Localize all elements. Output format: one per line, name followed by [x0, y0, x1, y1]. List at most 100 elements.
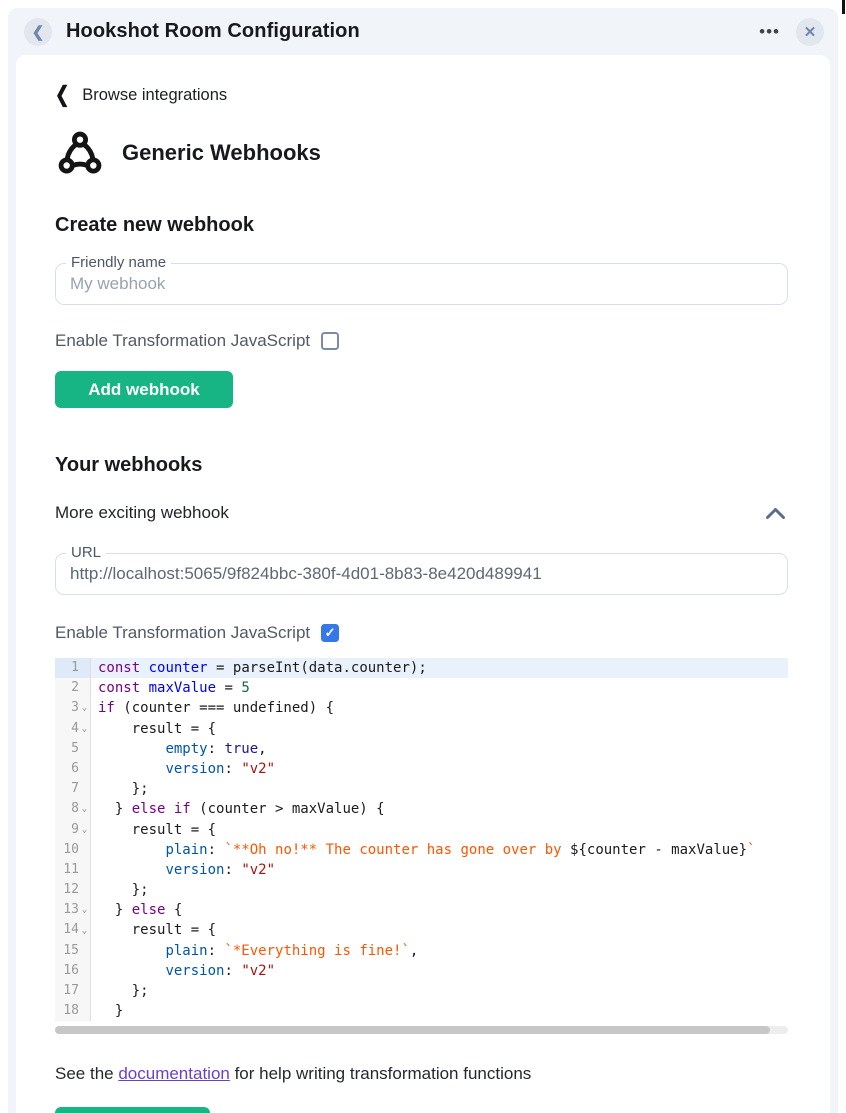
- friendly-name-field: Friendly name: [55, 263, 788, 305]
- code-line[interactable]: 16 version: "v2": [55, 961, 788, 981]
- code-line[interactable]: 3⌄if (counter === undefined) {: [55, 698, 788, 718]
- line-number-gutter: 6: [55, 759, 91, 779]
- add-webhook-button[interactable]: Add webhook: [55, 371, 233, 408]
- code-line-text: result = {: [91, 719, 788, 739]
- line-number: 5: [71, 739, 79, 759]
- code-line[interactable]: 13⌄ } else {: [55, 900, 788, 920]
- code-line[interactable]: 17 };: [55, 981, 788, 1001]
- dialog-title: Hookshot Room Configuration: [66, 20, 757, 43]
- help-text: See the documentation for help writing t…: [55, 1064, 788, 1084]
- code-line-text: };: [91, 880, 788, 900]
- code-line-text: empty: true,: [91, 739, 788, 759]
- code-line[interactable]: 12 };: [55, 880, 788, 900]
- hookshot-dialog: ❮ Hookshot Room Configuration ••• ✕ ❮ Br…: [8, 8, 838, 1113]
- your-webhooks-heading: Your webhooks: [55, 454, 788, 477]
- code-line[interactable]: 2 const maxValue = 5: [55, 678, 788, 698]
- line-number-gutter: 15: [55, 941, 91, 961]
- browse-integrations-label: Browse integrations: [82, 86, 227, 105]
- transform-checkbox[interactable]: [321, 332, 339, 350]
- code-line[interactable]: 4⌄ result = {: [55, 719, 788, 739]
- horizontal-scrollbar[interactable]: [55, 1026, 788, 1034]
- chevron-left-icon: ❮: [55, 83, 69, 108]
- fold-arrow-icon[interactable]: ⌄: [79, 900, 90, 920]
- code-line-text: } else {: [91, 900, 788, 920]
- code-line[interactable]: 18 }: [55, 1001, 788, 1021]
- code-editor[interactable]: 1 const counter = parseInt(data.counter);…: [55, 658, 788, 1021]
- line-number-gutter: 7: [55, 779, 91, 799]
- documentation-link[interactable]: documentation: [118, 1064, 230, 1083]
- line-number: 1: [71, 658, 79, 678]
- code-line-text: } else if (counter > maxValue) {: [91, 799, 788, 819]
- code-line-text: version: "v2": [91, 961, 788, 981]
- line-number: 15: [63, 941, 79, 961]
- line-number: 2: [71, 678, 79, 698]
- webhook-list-item[interactable]: More exciting webhook: [55, 503, 788, 523]
- chevron-left-icon: ❮: [32, 23, 45, 41]
- line-number: 8: [71, 799, 79, 819]
- code-line-text: result = {: [91, 920, 788, 940]
- line-number: 13: [63, 900, 79, 920]
- transform-checkbox-checked[interactable]: ✓: [321, 624, 339, 642]
- fold-arrow-icon[interactable]: ⌄: [79, 698, 90, 718]
- caret-artifact: [842, 0, 845, 14]
- code-line[interactable]: 5 empty: true,: [55, 739, 788, 759]
- code-line[interactable]: 8⌄ } else if (counter > maxValue) {: [55, 799, 788, 819]
- code-line-text: }: [91, 1001, 788, 1021]
- code-line-text: result = {: [91, 820, 788, 840]
- line-number: 3: [71, 698, 79, 718]
- line-number: 16: [63, 961, 79, 981]
- line-number-gutter: 14⌄: [55, 920, 91, 940]
- webhook-name: More exciting webhook: [55, 503, 229, 523]
- collapse-webhook-button[interactable]: [763, 505, 788, 522]
- code-line-text: const maxValue = 5: [91, 678, 788, 698]
- scrollbar-thumb[interactable]: [55, 1026, 770, 1034]
- line-number: 10: [63, 840, 79, 860]
- fold-arrow-icon[interactable]: ⌄: [79, 799, 90, 819]
- fold-arrow-icon[interactable]: ⌄: [79, 719, 90, 739]
- line-number: 18: [63, 1001, 79, 1021]
- integration-header: Generic Webhooks: [55, 128, 788, 178]
- fold-arrow-icon[interactable]: ⌄: [79, 820, 90, 840]
- transform-label: Enable Transformation JavaScript: [55, 623, 310, 643]
- save-button[interactable]: Save: [55, 1107, 210, 1113]
- fold-arrow-icon[interactable]: ⌄: [79, 921, 90, 941]
- line-number-gutter: 3⌄: [55, 698, 91, 718]
- line-number-gutter: 4⌄: [55, 719, 91, 739]
- line-number: 17: [63, 981, 79, 1001]
- code-line[interactable]: 1 const counter = parseInt(data.counter);: [55, 658, 788, 678]
- line-number: 14: [63, 920, 79, 940]
- overflow-menu-button[interactable]: •••: [757, 23, 782, 41]
- help-suffix: for help writing transformation function…: [230, 1064, 531, 1083]
- line-number: 9: [71, 820, 79, 840]
- line-number: 12: [63, 880, 79, 900]
- friendly-name-input[interactable]: [56, 274, 787, 294]
- line-number-gutter: 8⌄: [55, 799, 91, 819]
- code-line[interactable]: 9⌄ result = {: [55, 820, 788, 840]
- ellipsis-icon: •••: [759, 22, 780, 41]
- line-number: 7: [71, 779, 79, 799]
- code-line[interactable]: 15 plain: `*Everything is fine!`,: [55, 941, 788, 961]
- line-number-gutter: 13⌄: [55, 900, 91, 920]
- close-button[interactable]: ✕: [796, 18, 824, 46]
- code-line[interactable]: 11 version: "v2": [55, 860, 788, 880]
- chevron-up-icon: [765, 508, 786, 523]
- line-number-gutter: 5: [55, 739, 91, 759]
- url-input[interactable]: [56, 564, 787, 584]
- transform-toggle-row: Enable Transformation JavaScript: [55, 331, 788, 351]
- code-line[interactable]: 7 };: [55, 779, 788, 799]
- help-prefix: See the: [55, 1064, 118, 1083]
- code-line-text: };: [91, 779, 788, 799]
- create-webhook-heading: Create new webhook: [55, 214, 788, 237]
- browse-integrations-link[interactable]: ❮ Browse integrations: [55, 85, 788, 105]
- code-line[interactable]: 6 version: "v2": [55, 759, 788, 779]
- url-label: URL: [66, 544, 106, 561]
- code-line-text: version: "v2": [91, 860, 788, 880]
- back-button[interactable]: ❮: [24, 18, 52, 46]
- code-line-text: version: "v2": [91, 759, 788, 779]
- code-line-text: const counter = parseInt(data.counter);: [91, 658, 788, 678]
- line-number-gutter: 17: [55, 981, 91, 1001]
- code-line[interactable]: 14⌄ result = {: [55, 920, 788, 940]
- line-number-gutter: 16: [55, 961, 91, 981]
- line-number-gutter: 10: [55, 840, 91, 860]
- code-line[interactable]: 10 plain: `**Oh no!** The counter has go…: [55, 840, 788, 860]
